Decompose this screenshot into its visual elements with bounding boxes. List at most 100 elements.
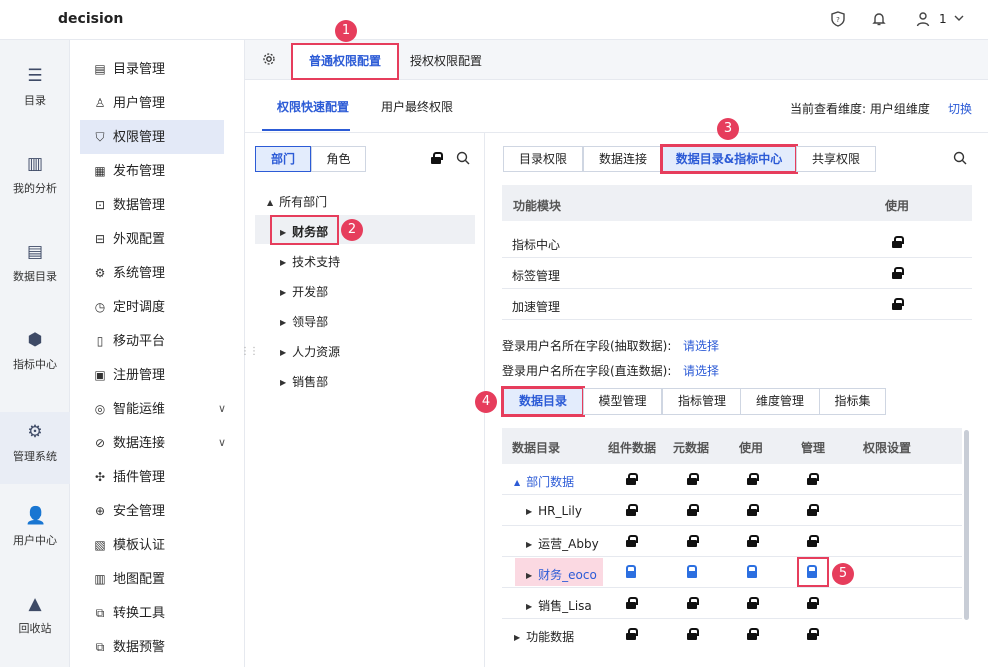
- menu-plugin[interactable]: ✣ 插件管理: [80, 460, 224, 494]
- nav-catalog[interactable]: ☰ 目录: [0, 40, 70, 124]
- menu-catalog-manage[interactable]: ▤ 目录管理: [80, 52, 224, 86]
- lock-filter-icon[interactable]: [431, 152, 443, 167]
- menu-system[interactable]: ⚙ 系统管理: [80, 256, 224, 290]
- table-row[interactable]: ▶ HR_Lily: [526, 504, 582, 518]
- tab-final-permission[interactable]: 用户最终权限: [381, 98, 453, 115]
- seg-department[interactable]: 部门: [255, 146, 311, 172]
- lock-icon[interactable]: [626, 504, 638, 519]
- subtab-metric-set[interactable]: 指标集: [819, 388, 886, 415]
- nav-recycle[interactable]: ▲ 回收站: [0, 568, 70, 652]
- lock-icon[interactable]: [626, 628, 638, 643]
- menu-data-alert[interactable]: ⧉ 数据预警: [80, 630, 224, 664]
- menu-schedule[interactable]: ◷ 定时调度: [80, 290, 224, 324]
- nav-data-catalog[interactable]: ▤ 数据目录: [0, 216, 70, 300]
- caret-right-icon: ▶: [280, 258, 287, 267]
- tree-item-finance[interactable]: ▶ 财务部: [280, 223, 328, 240]
- unlock-icon[interactable]: [807, 565, 817, 581]
- select-link[interactable]: 请选择: [683, 337, 719, 354]
- menu-permission-manage[interactable]: ⛉ 权限管理: [80, 120, 224, 154]
- lock-icon[interactable]: [687, 628, 699, 643]
- select-link[interactable]: 请选择: [683, 362, 719, 379]
- table-row-selected[interactable]: ▶ 财务_eoco: [526, 566, 597, 583]
- settings-icon[interactable]: [262, 52, 276, 69]
- tree-root[interactable]: ▲ 所有部门: [267, 193, 327, 210]
- lock-icon[interactable]: [747, 473, 759, 488]
- nav-management[interactable]: ⚙ 管理系统: [0, 412, 70, 484]
- subtab-dimension-manage[interactable]: 维度管理: [740, 388, 820, 415]
- lock-icon[interactable]: [747, 597, 759, 612]
- tab-grant-permission[interactable]: 授权权限配置: [410, 52, 482, 69]
- unlock-icon[interactable]: [747, 565, 757, 581]
- tree-item[interactable]: ▶ 技术支持: [280, 253, 340, 270]
- step-badge-4: 4: [475, 391, 497, 413]
- tab-quick-config[interactable]: 权限快速配置: [277, 98, 349, 115]
- lock-icon[interactable]: [687, 504, 699, 519]
- lock-icon[interactable]: [687, 535, 699, 550]
- nav-metric-center[interactable]: ⬢ 指标中心: [0, 304, 70, 388]
- lock-icon[interactable]: [687, 597, 699, 612]
- menu-ops[interactable]: ◎ 智能运维 ∨: [80, 392, 226, 426]
- unlock-icon[interactable]: [687, 565, 697, 581]
- chevron-down-icon[interactable]: [953, 12, 965, 27]
- seg-role[interactable]: 角色: [311, 146, 366, 172]
- tree-item[interactable]: ▶ 销售部: [280, 373, 328, 390]
- menu-map[interactable]: ▥ 地图配置: [80, 562, 224, 596]
- lock-icon[interactable]: [747, 628, 759, 643]
- lock-icon[interactable]: [807, 473, 819, 488]
- tree-item[interactable]: ▶ 领导部: [280, 313, 328, 330]
- nav-my-analysis[interactable]: ▥ 我的分析: [0, 128, 70, 212]
- menu-mobile[interactable]: ▯ 移动平台: [80, 324, 224, 358]
- switch-link[interactable]: 切换: [948, 100, 972, 117]
- lock-icon[interactable]: [626, 597, 638, 612]
- user-name[interactable]: 1: [939, 12, 947, 26]
- menu-security[interactable]: ⊕ 安全管理: [80, 494, 224, 528]
- lock-icon[interactable]: [747, 535, 759, 550]
- search-icon[interactable]: [456, 151, 470, 168]
- menu-data-manage[interactable]: ⊡ 数据管理: [80, 188, 224, 222]
- tab-data-connection[interactable]: 数据连接: [583, 146, 663, 172]
- lock-icon[interactable]: [807, 504, 819, 519]
- user-icon[interactable]: [915, 11, 931, 27]
- tab-catalog-permission[interactable]: 目录权限: [503, 146, 583, 172]
- tree-item[interactable]: ▶ 开发部: [280, 283, 328, 300]
- link-icon: ⊘: [94, 436, 106, 450]
- nav-user-center[interactable]: 👤 用户中心: [0, 480, 70, 564]
- subtab-metric-manage[interactable]: 指标管理: [662, 388, 742, 415]
- subtab-model-manage[interactable]: 模型管理: [583, 388, 662, 415]
- subtab-data-catalog[interactable]: 数据目录: [501, 386, 585, 417]
- table-row[interactable]: ▶ 运营_Abby: [526, 535, 599, 552]
- lock-icon[interactable]: [892, 298, 904, 313]
- menu-convert[interactable]: ⧉ 转换工具: [80, 596, 224, 630]
- scrollbar[interactable]: [964, 430, 969, 620]
- lock-icon[interactable]: [892, 267, 904, 282]
- tab-share-permission[interactable]: 共享权限: [796, 146, 876, 172]
- shield-icon[interactable]: ?: [830, 11, 846, 27]
- tree-item-label: 财务部: [292, 225, 329, 239]
- search-icon[interactable]: [953, 151, 967, 168]
- lock-icon[interactable]: [626, 535, 638, 550]
- menu-user-manage[interactable]: ♙ 用户管理: [80, 86, 224, 120]
- lock-icon[interactable]: [687, 473, 699, 488]
- table-row[interactable]: ▲ 部门数据: [514, 473, 574, 490]
- tab-data-catalog-metric[interactable]: 数据目录&指标中心: [660, 144, 798, 174]
- lock-icon[interactable]: [807, 628, 819, 643]
- menu-appearance[interactable]: ⊟ 外观配置: [80, 222, 224, 256]
- menu-register[interactable]: ▣ 注册管理: [80, 358, 224, 392]
- unlock-icon[interactable]: [626, 565, 636, 581]
- bell-icon[interactable]: [871, 11, 887, 27]
- lock-icon[interactable]: [807, 535, 819, 550]
- lock-icon[interactable]: [626, 473, 638, 488]
- resize-handle[interactable]: ⋮⋮: [240, 346, 259, 357]
- table-row[interactable]: ▶ 功能数据: [514, 628, 574, 645]
- lock-icon[interactable]: [892, 236, 904, 251]
- col-header: 数据目录: [512, 441, 561, 455]
- col-header: 组件数据: [608, 441, 657, 455]
- tree-item[interactable]: ▶ 人力资源: [280, 343, 340, 360]
- lock-icon[interactable]: [747, 504, 759, 519]
- menu-template-auth[interactable]: ▧ 模板认证: [80, 528, 224, 562]
- menu-data-connection[interactable]: ⊘ 数据连接 ∨: [80, 426, 226, 460]
- tab-normal-permission[interactable]: 普通权限配置: [291, 43, 399, 80]
- table-row[interactable]: ▶ 销售_Lisa: [526, 597, 592, 614]
- menu-publish-manage[interactable]: ▦ 发布管理: [80, 154, 224, 188]
- lock-icon[interactable]: [807, 597, 819, 612]
